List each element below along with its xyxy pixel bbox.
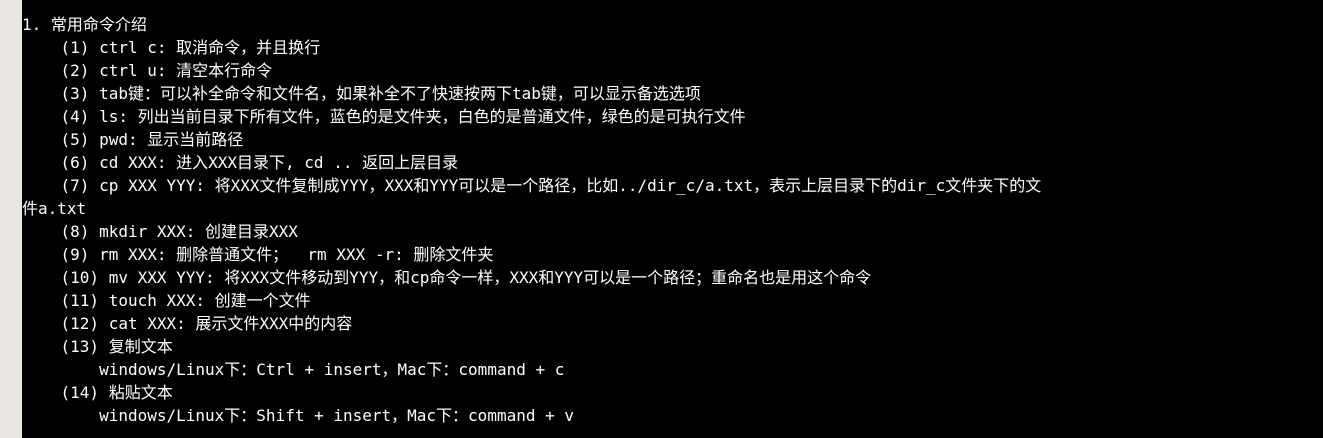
terminal-line-tab: (3) tab键：可以补全命令和文件名，如果补全不了快速按两下tab键，可以显示… [22,84,701,103]
terminal-line-ls: (4) ls: 列出当前目录下所有文件，蓝色的是文件夹，白色的是普通文件，绿色的… [22,107,746,126]
terminal-line-ctrl-c: (1) ctrl c: 取消命令，并且换行 [22,38,321,57]
terminal-line-paste-shortcut: windows/Linux下：Shift + insert，Mac下：comma… [22,406,575,425]
terminal-line-touch: (11) touch XXX: 创建一个文件 [22,291,311,310]
terminal-line-section-title: 1. 常用命令介绍 [22,15,147,34]
terminal-window[interactable]: 1. 常用命令介绍 (1) ctrl c: 取消命令，并且换行 (2) ctrl… [22,0,1323,438]
terminal-line-paste-text: (14) 粘贴文本 [22,383,173,402]
terminal-line-cp: (7) cp XXX YYY: 将XXX文件复制成YYY，XXX和YYY可以是一… [22,176,1042,195]
terminal-line-pwd: (5) pwd: 显示当前路径 [22,130,244,149]
terminal-line-cd: (6) cd XXX: 进入XXX目录下, cd .. 返回上层目录 [22,153,459,172]
terminal-line-ctrl-u: (2) ctrl u: 清空本行命令 [22,61,273,80]
terminal-line-copy-text: (13) 复制文本 [22,337,173,356]
terminal-line-cat: (12) cat XXX: 展示文件XXX中的内容 [22,314,353,333]
terminal-line-rm: (9) rm XXX: 删除普通文件； rm XXX -r: 删除文件夹 [22,245,494,264]
terminal-line-copy-shortcut: windows/Linux下：Ctrl + insert，Mac下：comman… [22,360,565,379]
terminal-line-cp-wrap: 件a.txt [22,199,87,218]
terminal-line-mkdir: (8) mkdir XXX: 创建目录XXX [22,222,298,241]
terminal-line-mv: (10) mv XXX YYY: 将XXX文件移动到YYY，和cp命令一样，XX… [22,268,872,287]
terminal-output: 1. 常用命令介绍 (1) ctrl c: 取消命令，并且换行 (2) ctrl… [22,13,1323,427]
